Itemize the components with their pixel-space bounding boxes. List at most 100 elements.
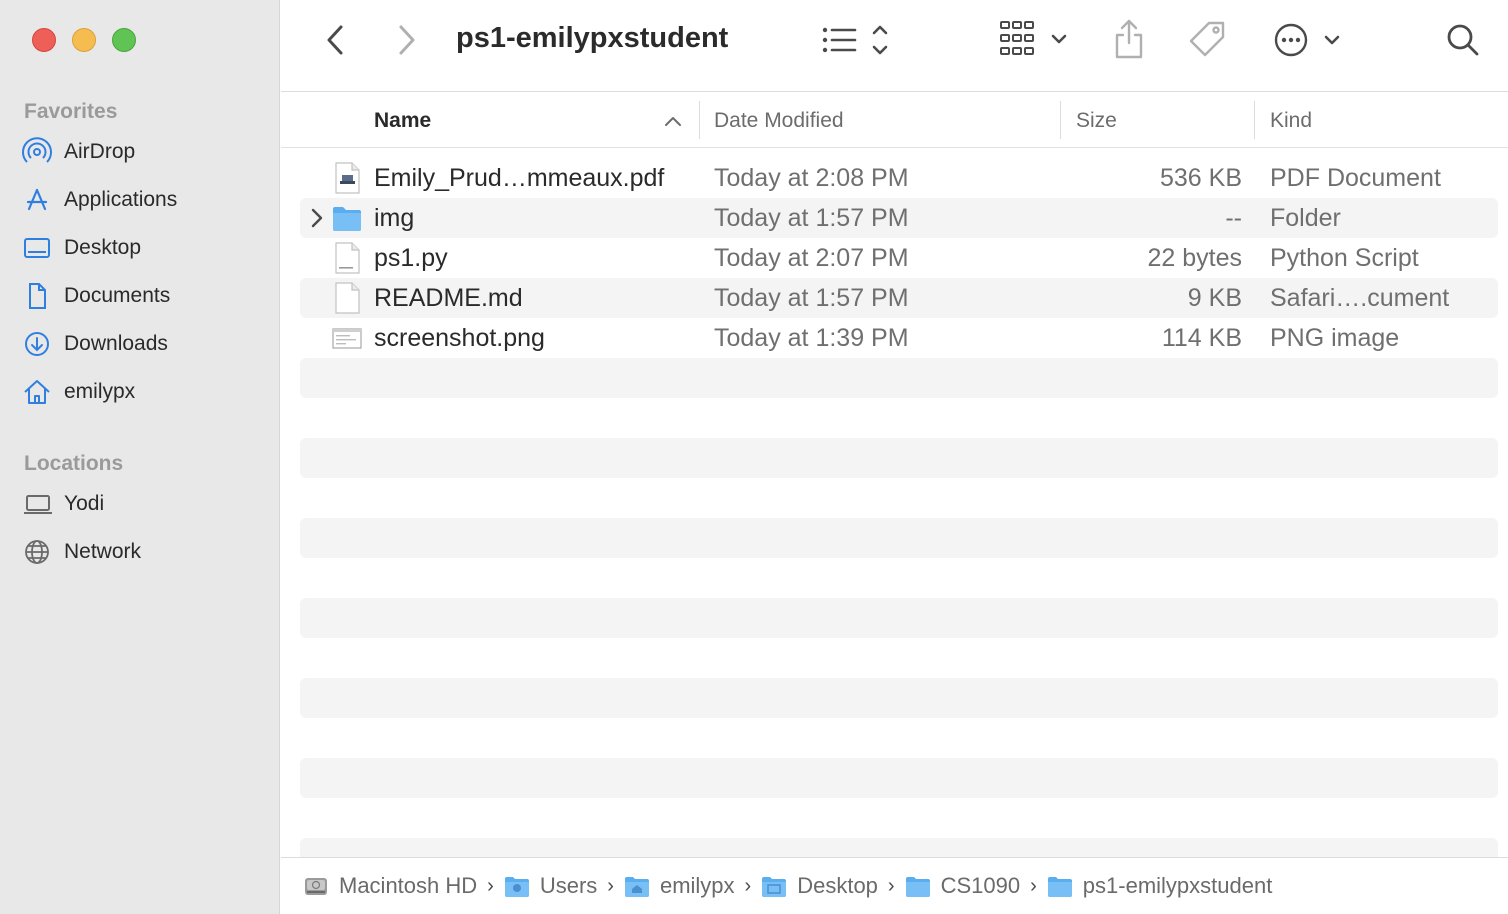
text-file-icon — [335, 282, 360, 314]
chevron-left-icon — [327, 25, 343, 55]
column-header-label: Kind — [1270, 108, 1313, 132]
path-separator: › — [607, 874, 614, 897]
column-divider[interactable] — [699, 101, 700, 139]
sidebar-item-label: Network — [64, 540, 142, 563]
empty-row-stripe — [300, 438, 1498, 478]
file-size: 536 KB — [1159, 164, 1242, 192]
file-kind: Folder — [1270, 204, 1341, 232]
file-size: 114 KB — [1161, 324, 1242, 352]
minimize-window-button[interactable] — [72, 28, 96, 52]
folder-icon — [1047, 874, 1073, 898]
sidebar-section-locations: Locations — [24, 452, 124, 475]
users-folder-icon — [504, 874, 530, 898]
column-header-label: Name — [374, 108, 432, 132]
group-button[interactable] — [997, 18, 1073, 62]
empty-row-stripe — [300, 758, 1498, 798]
sidebar-item-documents[interactable]: Documents — [22, 276, 262, 316]
empty-row-stripe — [300, 598, 1498, 638]
file-date-modified: Today at 1:57 PM — [714, 204, 909, 232]
file-kind: Python Script — [1270, 244, 1419, 272]
sidebar-item-label: Yodi — [64, 492, 105, 515]
file-name: README.md — [374, 284, 523, 312]
sort-ascending-icon — [665, 117, 681, 126]
sidebar-item-emilypx[interactable]: emilypx — [22, 372, 262, 412]
path-item-cs1090[interactable]: CS1090 — [905, 873, 1020, 899]
path-item-users[interactable]: Users — [504, 873, 597, 899]
view-options-button[interactable] — [817, 20, 897, 60]
sidebar-item-label: emilypx — [64, 380, 136, 403]
empty-row-stripe — [300, 358, 1498, 398]
path-item-desktop[interactable]: Desktop — [761, 873, 878, 899]
table-row[interactable]: screenshot.png Today at 1:39 PM 114 KB P… — [300, 318, 1498, 358]
path-separator: › — [487, 874, 494, 897]
table-row[interactable]: README.md Today at 1:57 PM 9 KB Safari….… — [300, 278, 1498, 318]
sidebar: Favorites AirDrop Applications Desktop D… — [0, 0, 280, 914]
forward-button[interactable] — [389, 22, 425, 58]
file-date-modified: Today at 1:39 PM — [714, 324, 909, 352]
column-header-date-modified[interactable]: Date Modified — [714, 93, 1054, 148]
file-kind: PNG image — [1270, 324, 1400, 352]
file-size: 22 bytes — [1147, 244, 1242, 272]
table-row[interactable]: ps1.py Today at 2:07 PM 22 bytes Python … — [300, 238, 1498, 278]
sidebar-item-label: Desktop — [64, 236, 142, 259]
path-item-macintosh-hd[interactable]: Macintosh HD — [303, 873, 477, 899]
airdrop-icon — [22, 137, 56, 166]
path-item-emilypx[interactable]: emilypx — [624, 873, 735, 899]
column-divider[interactable] — [1060, 101, 1061, 139]
path-item-ps1-emilypxstudent[interactable]: ps1-emilypxstudent — [1047, 873, 1273, 899]
column-header-name[interactable]: Name — [374, 93, 694, 148]
sidebar-item-label: Downloads — [64, 332, 168, 355]
applications-icon — [22, 186, 56, 214]
empty-row-stripe — [300, 518, 1498, 558]
path-bar: Macintosh HD › Users › emilypx › Desktop… — [281, 857, 1508, 914]
column-header-kind[interactable]: Kind — [1270, 93, 1500, 148]
path-separator: › — [887, 874, 895, 897]
sidebar-item-airdrop[interactable]: AirDrop — [22, 132, 262, 172]
table-row[interactable]: img Today at 1:57 PM -- Folder — [300, 198, 1498, 238]
tag-icon — [1189, 21, 1225, 57]
disclosure-triangle-icon[interactable] — [310, 206, 324, 230]
group-grid-icon — [1000, 21, 1067, 55]
file-date-modified: Today at 2:08 PM — [714, 164, 909, 192]
chevron-right-icon — [399, 25, 415, 55]
sidebar-item-applications[interactable]: Applications — [22, 180, 262, 220]
search-button[interactable] — [1443, 20, 1483, 60]
sidebar-section-favorites: Favorites — [24, 100, 118, 123]
pdf-file-icon — [335, 162, 360, 194]
column-header-label: Size — [1076, 108, 1117, 132]
toolbar: ps1-emilypxstudent — [281, 0, 1508, 92]
column-header-size[interactable]: Size — [1076, 93, 1246, 148]
close-window-button[interactable] — [32, 28, 56, 52]
share-icon — [1115, 19, 1143, 59]
sidebar-item-desktop[interactable]: Desktop — [22, 228, 262, 268]
home-icon — [22, 378, 56, 406]
image-file-icon — [332, 328, 362, 349]
path-item-label: Macintosh HD — [339, 873, 478, 898]
desktop-folder-icon — [761, 874, 787, 898]
more-actions-button[interactable] — [1271, 20, 1341, 60]
hard-drive-icon — [303, 873, 329, 899]
more-ellipsis-icon — [1274, 23, 1340, 57]
file-date-modified: Today at 1:57 PM — [714, 284, 909, 312]
laptop-icon — [22, 490, 56, 518]
zoom-window-button[interactable] — [112, 28, 136, 52]
sidebar-item-downloads[interactable]: Downloads — [22, 324, 262, 364]
folder-icon — [333, 207, 361, 231]
path-separator: › — [744, 874, 752, 897]
file-name: ps1.py — [374, 244, 448, 272]
table-row[interactable]: Emily_Prud…mmeaux.pdf Today at 2:08 PM 5… — [300, 158, 1498, 198]
tag-button[interactable] — [1185, 18, 1229, 62]
path-item-label: ps1-emilypxstudent — [1082, 873, 1273, 898]
sidebar-item-network[interactable]: Network — [22, 532, 262, 572]
sidebar-item-label: AirDrop — [64, 140, 136, 163]
back-button[interactable] — [317, 22, 353, 58]
file-name: Emily_Prud…mmeaux.pdf — [374, 164, 665, 192]
globe-icon — [22, 538, 56, 566]
path-item-label: Users — [539, 873, 598, 898]
empty-row-stripe — [300, 678, 1498, 718]
home-folder-icon — [624, 874, 650, 898]
path-item-label: emilypx — [659, 873, 735, 898]
sidebar-item-yodi[interactable]: Yodi — [22, 484, 262, 524]
share-button[interactable] — [1109, 16, 1149, 62]
column-divider[interactable] — [1254, 101, 1255, 139]
